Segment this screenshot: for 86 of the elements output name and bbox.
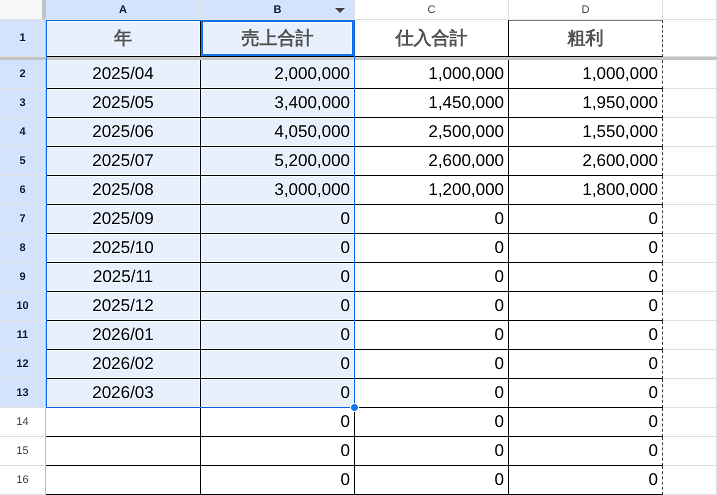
column-header[interactable]: D xyxy=(509,0,663,20)
column-header[interactable]: A xyxy=(46,0,201,20)
table-cell[interactable]: 0 xyxy=(355,379,509,408)
table-cell[interactable]: 2026/02 xyxy=(46,350,201,379)
table-cell[interactable]: 0 xyxy=(509,437,663,466)
table-cell[interactable]: 0 xyxy=(355,350,509,379)
column-header[interactable] xyxy=(663,0,717,20)
table-cell[interactable] xyxy=(46,408,201,437)
row-header[interactable]: 13 xyxy=(0,379,46,408)
table-cell[interactable]: 0 xyxy=(355,234,509,263)
table-cell[interactable]: 5,200,000 xyxy=(201,147,355,176)
table-cell[interactable]: 0 xyxy=(355,437,509,466)
fill-handle[interactable] xyxy=(350,403,359,412)
table-cell[interactable]: 0 xyxy=(509,408,663,437)
row-header[interactable]: 12 xyxy=(0,350,46,379)
table-cell[interactable]: 0 xyxy=(201,437,355,466)
header-cell[interactable]: 売上合計 xyxy=(201,20,355,57)
table-cell[interactable]: 0 xyxy=(355,321,509,350)
table-cell[interactable]: 0 xyxy=(201,321,355,350)
table-cell[interactable]: 0 xyxy=(201,234,355,263)
table-cell[interactable]: 0 xyxy=(509,292,663,321)
table-cell[interactable]: 2025/09 xyxy=(46,205,201,234)
table-cell[interactable]: 0 xyxy=(355,205,509,234)
table-cell[interactable]: 0 xyxy=(201,466,355,495)
table-cell[interactable]: 0 xyxy=(201,263,355,292)
row-header[interactable]: 2 xyxy=(0,60,46,89)
table-cell[interactable]: 0 xyxy=(509,350,663,379)
table-cell[interactable]: 0 xyxy=(201,205,355,234)
row-header[interactable]: 3 xyxy=(0,89,46,118)
table-cell[interactable]: 2025/05 xyxy=(46,89,201,118)
column-header[interactable]: C xyxy=(355,0,509,20)
row-header[interactable]: 7 xyxy=(0,205,46,234)
table-cell[interactable]: 0 xyxy=(201,379,355,408)
table-cell[interactable]: 2,000,000 xyxy=(201,60,355,89)
select-all-corner[interactable] xyxy=(0,0,46,20)
table-cell[interactable]: 2025/06 xyxy=(46,118,201,147)
row-header[interactable]: 10 xyxy=(0,292,46,321)
table-cell[interactable]: 0 xyxy=(201,292,355,321)
row-header[interactable]: 1 xyxy=(0,20,46,57)
table-cell[interactable]: 2025/11 xyxy=(46,263,201,292)
row-header[interactable]: 4 xyxy=(0,118,46,147)
table-cell[interactable]: 0 xyxy=(201,408,355,437)
table-cell[interactable]: 2025/07 xyxy=(46,147,201,176)
table-cell[interactable]: 0 xyxy=(355,263,509,292)
table-cell[interactable] xyxy=(46,437,201,466)
row-header[interactable]: 16 xyxy=(0,466,46,495)
table-cell[interactable]: 0 xyxy=(201,350,355,379)
table-cell[interactable]: 2025/10 xyxy=(46,234,201,263)
table-cell[interactable]: 2026/03 xyxy=(46,379,201,408)
table-cell[interactable]: 3,000,000 xyxy=(201,176,355,205)
table-cell[interactable]: 0 xyxy=(355,466,509,495)
table-cell[interactable]: 0 xyxy=(509,379,663,408)
table-cell[interactable]: 1,200,000 xyxy=(355,176,509,205)
row-header[interactable]: 6 xyxy=(0,176,46,205)
table-cell[interactable]: 2026/01 xyxy=(46,321,201,350)
row-header[interactable]: 15 xyxy=(0,437,46,466)
table-cell[interactable]: 1,450,000 xyxy=(355,89,509,118)
row-header[interactable]: 9 xyxy=(0,263,46,292)
table-cell[interactable]: 2,600,000 xyxy=(509,147,663,176)
table-cell[interactable]: 1,950,000 xyxy=(509,89,663,118)
table-cell[interactable]: 2025/12 xyxy=(46,292,201,321)
table-cell[interactable]: 0 xyxy=(355,292,509,321)
row-header[interactable]: 14 xyxy=(0,408,46,437)
header-cell[interactable]: 年 xyxy=(46,20,201,57)
table-cell[interactable]: 1,000,000 xyxy=(355,60,509,89)
table-cell[interactable]: 0 xyxy=(509,263,663,292)
caret-icon[interactable] xyxy=(335,8,345,13)
table-cell[interactable]: 1,800,000 xyxy=(509,176,663,205)
table-cell[interactable]: 1,550,000 xyxy=(509,118,663,147)
table-cell[interactable]: 2025/04 xyxy=(46,60,201,89)
table-cell[interactable]: 0 xyxy=(509,321,663,350)
row-header[interactable]: 8 xyxy=(0,234,46,263)
table-cell[interactable]: 0 xyxy=(509,466,663,495)
table-cell[interactable]: 4,050,000 xyxy=(201,118,355,147)
table-cell[interactable]: 1,000,000 xyxy=(509,60,663,89)
table-cell[interactable]: 2,500,000 xyxy=(355,118,509,147)
table-cell[interactable] xyxy=(46,466,201,495)
row-header[interactable]: 5 xyxy=(0,147,46,176)
column-header[interactable]: B xyxy=(201,0,355,20)
table-cell[interactable]: 0 xyxy=(355,408,509,437)
table-cell[interactable]: 0 xyxy=(509,205,663,234)
table-cell[interactable]: 2,600,000 xyxy=(355,147,509,176)
table-cell[interactable]: 0 xyxy=(509,234,663,263)
row-header[interactable]: 11 xyxy=(0,321,46,350)
table-cell[interactable]: 3,400,000 xyxy=(201,89,355,118)
table-cell[interactable]: 2025/08 xyxy=(46,176,201,205)
